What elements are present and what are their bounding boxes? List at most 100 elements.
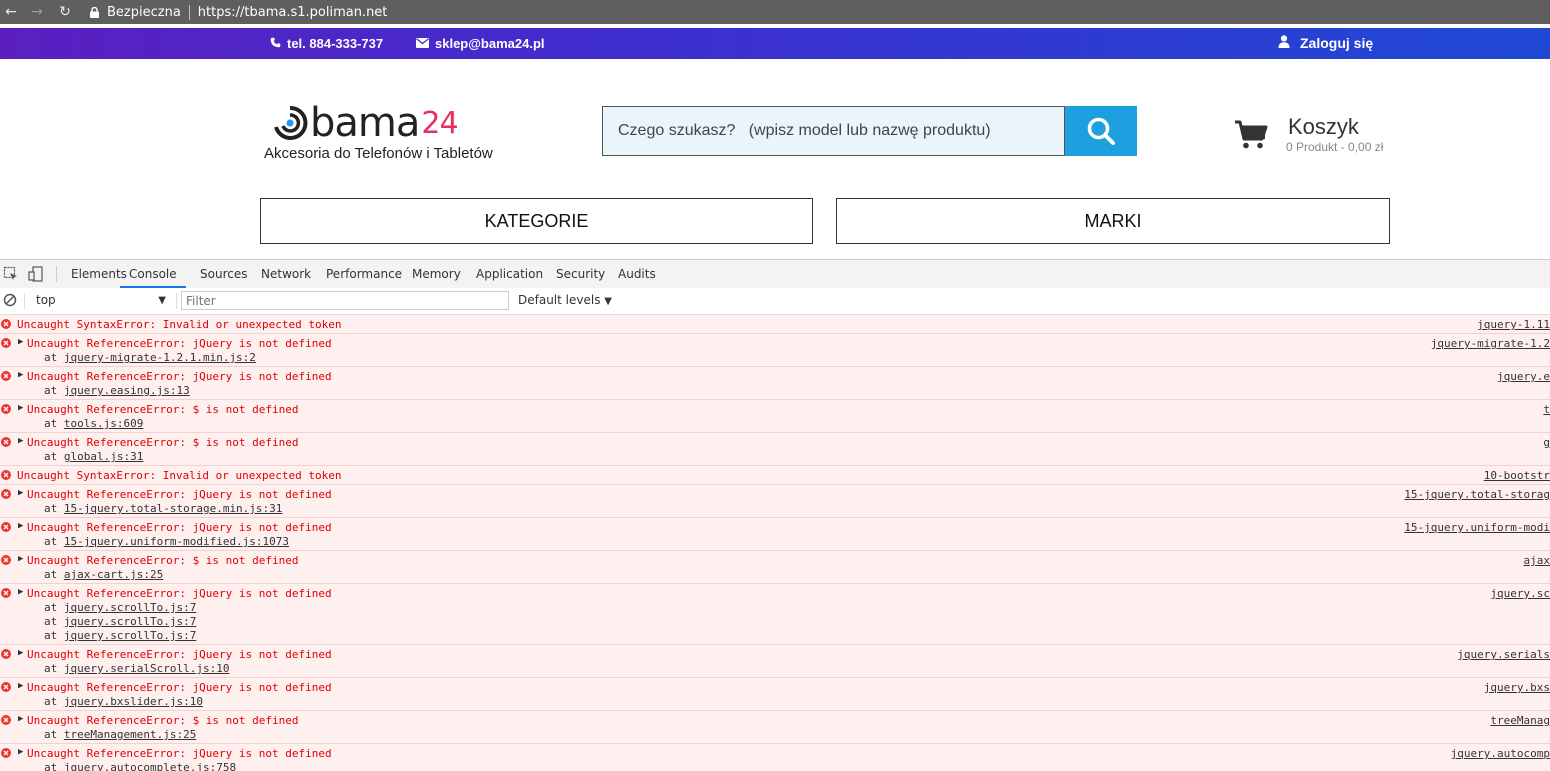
- console-filter-input[interactable]: [181, 291, 509, 310]
- logo-number: 24: [421, 106, 457, 141]
- error-message: Uncaught ReferenceError: $ is not define…: [27, 714, 299, 727]
- dropdown-caret-icon: ▼: [604, 296, 612, 307]
- login-link[interactable]: Zaloguj się: [1278, 35, 1373, 51]
- expand-triangle-icon[interactable]: ▶: [18, 403, 23, 413]
- expand-triangle-icon[interactable]: ▶: [18, 648, 23, 658]
- tab-audits[interactable]: Audits: [618, 260, 656, 288]
- reload-icon[interactable]: ↻: [57, 4, 73, 20]
- devtools-panel: Elements Console Sources Network Perform…: [0, 259, 1550, 771]
- stack-frame-link[interactable]: ajax-cart.js:25: [64, 568, 163, 581]
- source-link[interactable]: t: [1543, 403, 1550, 416]
- stack-frame-link[interactable]: jquery.scrollTo.js:7: [64, 629, 196, 642]
- tab-sources[interactable]: Sources: [200, 260, 247, 288]
- tab-performance[interactable]: Performance: [326, 260, 402, 288]
- stack-frame: at 15-jquery.uniform-modified.js:1073: [44, 535, 289, 548]
- console-error-row[interactable]: ▶Uncaught ReferenceError: jQuery is not …: [0, 678, 1550, 711]
- expand-triangle-icon[interactable]: ▶: [18, 521, 23, 531]
- stack-frame-link[interactable]: 15-jquery.total-storage.min.js:31: [64, 502, 283, 515]
- source-link[interactable]: 15-jquery.uniform-modi: [1404, 521, 1550, 534]
- expand-triangle-icon[interactable]: ▶: [18, 714, 23, 724]
- expand-triangle-icon[interactable]: ▶: [18, 554, 23, 564]
- tab-application[interactable]: Application: [476, 260, 543, 288]
- error-icon: [1, 489, 11, 499]
- console-error-row[interactable]: ▶Uncaught ReferenceError: jQuery is not …: [0, 334, 1550, 367]
- tab-security[interactable]: Security: [556, 260, 605, 288]
- site-logo[interactable]: bama 24 Akcesoria do Telefonów i Tabletó…: [264, 100, 524, 166]
- console-error-row[interactable]: ▶ Uncaught ReferenceError: $ is not defin…: [0, 400, 1550, 433]
- categories-button[interactable]: KATEGORIE: [260, 198, 813, 244]
- expand-triangle-icon[interactable]: ▶: [18, 337, 23, 347]
- expand-triangle-icon[interactable]: ▶: [18, 681, 23, 691]
- source-link[interactable]: 10-bootstr: [1484, 469, 1550, 482]
- email-contact[interactable]: sklep@bama24.pl: [416, 36, 545, 51]
- error-icon: [1, 682, 11, 692]
- stack-frame-link[interactable]: 15-jquery.uniform-modified.js:1073: [64, 535, 289, 548]
- console-error-row[interactable]: ▶Uncaught ReferenceError: $ is not defin…: [0, 433, 1550, 466]
- source-link[interactable]: treeManag: [1490, 714, 1550, 727]
- stack-frame-link[interactable]: jquery.scrollTo.js:7: [64, 601, 196, 614]
- back-icon[interactable]: ←: [3, 4, 19, 20]
- source-link[interactable]: jquery.autocomp: [1451, 747, 1550, 760]
- source-link[interactable]: jquery-1.11: [1477, 318, 1550, 331]
- expand-triangle-icon[interactable]: ▶: [18, 436, 23, 446]
- stack-frame-link[interactable]: jquery-migrate-1.2.1.min.js:2: [64, 351, 256, 364]
- error-icon: [1, 555, 11, 565]
- log-levels-dropdown[interactable]: Default levels ▼: [518, 293, 612, 307]
- source-link[interactable]: jquery-migrate-1.2: [1431, 337, 1550, 350]
- expand-triangle-icon[interactable]: ▶: [18, 488, 23, 498]
- stack-frame: at jquery.bxslider.js:10: [44, 695, 203, 708]
- clear-console-icon[interactable]: [3, 293, 17, 310]
- stack-frame-link[interactable]: global.js:31: [64, 450, 143, 463]
- console-error-row[interactable]: ▶Uncaught ReferenceError: $ is not defin…: [0, 551, 1550, 584]
- expand-triangle-icon[interactable]: ▶: [18, 747, 23, 757]
- context-selector[interactable]: top ▼: [30, 291, 170, 310]
- console-error-row[interactable]: ▶Uncaught ReferenceError: jQuery is not …: [0, 584, 1550, 645]
- cart-widget[interactable]: Koszyk 0 Produkt - 0,00 zł: [1234, 112, 1404, 162]
- console-error-row[interactable]: ▶Uncaught ReferenceError: jQuery is not …: [0, 485, 1550, 518]
- console-error-row[interactable]: ▶Uncaught ReferenceError: jQuery is not …: [0, 518, 1550, 551]
- error-icon: [1, 522, 11, 532]
- tab-elements[interactable]: Elements: [71, 260, 127, 288]
- expand-triangle-icon[interactable]: ▶: [18, 370, 23, 380]
- stack-frame: at jquery.serialScroll.js:10: [44, 662, 229, 675]
- error-message: Uncaught ReferenceError: jQuery is not d…: [27, 747, 332, 760]
- search-box: [602, 106, 1137, 156]
- forward-icon[interactable]: →: [29, 4, 45, 20]
- address-bar-url[interactable]: https://tbama.s1.poliman.net: [198, 5, 388, 20]
- browser-toolbar: ← → ↻ Bezpieczna https://tbama.s1.polima…: [0, 0, 1550, 24]
- inspect-element-icon[interactable]: [3, 266, 19, 282]
- login-label: Zaloguj się: [1300, 35, 1373, 51]
- console-error-row[interactable]: Uncaught SyntaxError: Invalid or unexpec…: [0, 466, 1550, 485]
- console-error-row[interactable]: ▶ Uncaught ReferenceError: jQuery is not …: [0, 744, 1550, 771]
- search-input[interactable]: [602, 106, 1065, 156]
- phone-contact[interactable]: tel. 884-333-737: [270, 36, 383, 51]
- device-toolbar-icon[interactable]: [28, 266, 44, 282]
- error-message: Uncaught ReferenceError: $ is not define…: [27, 403, 299, 416]
- source-link[interactable]: jquery.serials: [1457, 648, 1550, 661]
- console-error-row[interactable]: ▶Uncaught ReferenceError: jQuery is not …: [0, 645, 1550, 678]
- source-link[interactable]: jquery.e: [1497, 370, 1550, 383]
- stack-frame-link[interactable]: treeManagement.js:25: [64, 728, 196, 741]
- brands-button[interactable]: MARKI: [836, 198, 1390, 244]
- tab-network[interactable]: Network: [261, 260, 311, 288]
- cart-summary: 0 Produkt - 0,00 zł: [1286, 140, 1383, 154]
- error-icon: [1, 404, 11, 414]
- stack-frame-link[interactable]: jquery.serialScroll.js:10: [64, 662, 230, 675]
- stack-frame-link[interactable]: jquery.bxslider.js:10: [64, 695, 203, 708]
- tab-memory[interactable]: Memory: [412, 260, 461, 288]
- error-icon: [1, 338, 11, 348]
- console-error-row[interactable]: ▶Uncaught ReferenceError: jQuery is not …: [0, 367, 1550, 400]
- console-error-row[interactable]: ▶ Uncaught ReferenceError: $ is not defin…: [0, 711, 1550, 744]
- tab-console[interactable]: Console: [120, 260, 186, 288]
- stack-frame-link[interactable]: tools.js:609: [64, 417, 143, 430]
- console-error-row[interactable]: Uncaught SyntaxError: Invalid or unexpec…: [0, 315, 1550, 334]
- expand-triangle-icon[interactable]: ▶: [18, 587, 23, 597]
- search-button[interactable]: [1065, 106, 1137, 156]
- source-link[interactable]: 15-jquery.total-storag: [1404, 488, 1550, 501]
- source-link[interactable]: jquery.sc: [1490, 587, 1550, 600]
- source-link[interactable]: g: [1543, 436, 1550, 449]
- stack-frame-link[interactable]: jquery.easing.js:13: [64, 384, 190, 397]
- source-link[interactable]: ajax: [1524, 554, 1550, 567]
- source-link[interactable]: jquery.bxs: [1484, 681, 1550, 694]
- stack-frame-link[interactable]: jquery.scrollTo.js:7: [64, 615, 196, 628]
